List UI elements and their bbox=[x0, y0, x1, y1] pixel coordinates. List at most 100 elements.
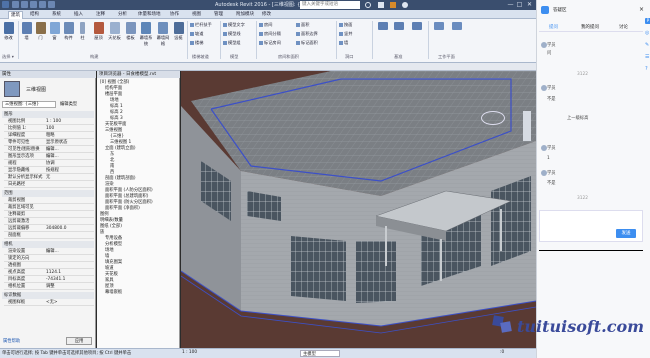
panel-select[interactable]: 选择 ▾ bbox=[2, 54, 14, 60]
shaft-button[interactable]: 竖井 bbox=[339, 31, 352, 37]
prop-value[interactable]: 编辑... bbox=[46, 153, 59, 160]
print-icon[interactable] bbox=[48, 1, 55, 8]
scale-indicator[interactable]: 1 : 100 bbox=[182, 350, 197, 355]
minimize-button[interactable]: — bbox=[506, 0, 515, 10]
prop-value[interactable]: 编辑... bbox=[46, 146, 59, 153]
ceiling-button[interactable]: 天花板 bbox=[106, 22, 123, 41]
navigation-bar[interactable] bbox=[523, 111, 531, 141]
viewcube-icon[interactable] bbox=[481, 111, 505, 125]
close-button[interactable]: ✕ bbox=[525, 0, 534, 10]
tab-ask[interactable]: 提问 bbox=[549, 24, 558, 30]
wall-opening-button[interactable]: 墙 bbox=[339, 40, 348, 46]
tab-my-questions[interactable]: 我的提问 bbox=[581, 24, 599, 30]
tag-room-button[interactable]: 标记房间 bbox=[259, 40, 281, 46]
tab-addins[interactable]: 附加模块 bbox=[236, 11, 254, 19]
prop-value[interactable]: 编辑... bbox=[46, 248, 59, 255]
model-group-button[interactable]: 模型组 bbox=[223, 40, 241, 46]
room-button[interactable]: 房间 bbox=[259, 22, 272, 28]
undo-icon[interactable] bbox=[30, 1, 37, 8]
type-selector[interactable]: 三维视图: {三维} bbox=[2, 101, 56, 108]
prop-value[interactable]: <无> bbox=[46, 299, 58, 306]
tab-view[interactable]: 视图 bbox=[192, 11, 201, 19]
prop-value[interactable]: 1 : 100 bbox=[46, 118, 61, 125]
ref-plane-button[interactable] bbox=[410, 22, 423, 31]
railing-button[interactable]: 栏杆扶手 bbox=[190, 22, 212, 28]
sidebar-icon-help[interactable]: ? bbox=[645, 66, 648, 72]
tab-annotate[interactable]: 注释 bbox=[96, 11, 105, 19]
prop-value[interactable]: 1124.1 bbox=[46, 269, 61, 276]
model-text-button[interactable]: 模型文字 bbox=[223, 22, 245, 28]
prop-value[interactable]: 304800.0 bbox=[46, 225, 67, 232]
area-boundary-button[interactable]: 面积边界 bbox=[296, 31, 318, 37]
notification-icon[interactable] bbox=[390, 2, 396, 8]
close-icon[interactable]: × bbox=[639, 6, 644, 13]
door-button[interactable]: 门 bbox=[34, 22, 47, 41]
edit-type-button[interactable]: 编辑类型 bbox=[60, 101, 77, 108]
browser-item[interactable]: 幕墙嵌板 bbox=[100, 290, 178, 296]
area-button[interactable]: 面积 bbox=[296, 22, 309, 28]
modify-button[interactable]: 修改 bbox=[2, 22, 15, 41]
roof-button[interactable]: 屋顶 bbox=[92, 22, 105, 41]
prop-key: 比例值 1: bbox=[8, 126, 27, 131]
properties-help-link[interactable]: 属性帮助 bbox=[3, 338, 20, 344]
tab-analyze[interactable]: 分析 bbox=[118, 11, 127, 19]
section-camera[interactable]: 相机 bbox=[2, 241, 94, 248]
grid-button[interactable] bbox=[392, 22, 405, 31]
prop-value[interactable]: -74341.1 bbox=[46, 276, 65, 283]
tab-collaborate[interactable]: 协作 bbox=[170, 11, 179, 19]
redo-icon[interactable] bbox=[39, 1, 46, 8]
tab-massing-site[interactable]: 体量和场地 bbox=[138, 11, 161, 19]
tab-insert[interactable]: 插入 bbox=[74, 11, 83, 19]
3d-viewport[interactable] bbox=[181, 71, 536, 348]
level-button[interactable] bbox=[376, 22, 389, 31]
window-button[interactable]: 窗 bbox=[48, 22, 61, 41]
prop-value[interactable]: 粗略 bbox=[46, 132, 55, 139]
send-button[interactable]: 发送 bbox=[616, 229, 636, 238]
prop-value[interactable]: 调整 bbox=[46, 283, 55, 290]
sidebar-icon-edit[interactable]: ✎ bbox=[645, 42, 649, 48]
tab-modify[interactable]: 修改 bbox=[262, 11, 271, 19]
help-icon[interactable] bbox=[402, 2, 408, 8]
prop-value[interactable]: 显示原状态 bbox=[46, 139, 67, 146]
sidebar-icon-target[interactable]: ◎ bbox=[645, 30, 649, 36]
room-separator-button[interactable]: 房间分隔 bbox=[259, 31, 281, 37]
sidebar-icon-p[interactable]: P bbox=[645, 18, 650, 24]
tab-discussion[interactable]: 讨论 bbox=[619, 24, 628, 30]
model-line-button[interactable]: 模型线 bbox=[223, 31, 241, 37]
ramp-button[interactable]: 坡道 bbox=[190, 31, 203, 37]
section-graphics[interactable]: 图形 bbox=[2, 111, 94, 118]
curtain-grid-button[interactable]: 幕墙网格 bbox=[155, 22, 171, 47]
sidebar-icon-menu[interactable]: ☰ bbox=[645, 54, 649, 60]
app-menu-icon[interactable] bbox=[2, 1, 9, 8]
maximize-button[interactable]: □ bbox=[515, 0, 524, 10]
wall-button[interactable]: 墙 bbox=[20, 22, 33, 41]
prop-value[interactable]: 无 bbox=[46, 174, 50, 181]
watermark-icon bbox=[492, 315, 512, 333]
prop-value[interactable]: 按规程 bbox=[46, 167, 59, 174]
column-button[interactable]: 柱 bbox=[76, 22, 89, 41]
tag-area-button[interactable]: 标记面积 bbox=[296, 40, 318, 46]
show-workplane-button[interactable] bbox=[450, 22, 463, 31]
mullion-button[interactable]: 竖梃 bbox=[172, 22, 185, 41]
floor-button[interactable]: 楼板 bbox=[124, 22, 137, 41]
user-icon[interactable] bbox=[378, 2, 384, 8]
component-button[interactable]: 构件 bbox=[62, 22, 75, 41]
set-workplane-button[interactable] bbox=[432, 22, 445, 31]
by-face-button[interactable]: 按面 bbox=[339, 22, 352, 28]
apply-button[interactable]: 应用 bbox=[66, 337, 92, 345]
tab-architecture[interactable]: 建筑 bbox=[8, 11, 23, 19]
search-input[interactable]: 键入关键字或短语 bbox=[300, 1, 360, 9]
prop-value[interactable]: 100 bbox=[46, 125, 54, 132]
stair-button[interactable]: 楼梯 bbox=[190, 40, 203, 46]
open-icon[interactable] bbox=[12, 1, 19, 8]
tab-systems[interactable]: 系统 bbox=[52, 11, 61, 19]
save-icon[interactable] bbox=[21, 1, 28, 8]
search-icon[interactable] bbox=[365, 2, 371, 8]
section-identity[interactable]: 标识数据 bbox=[2, 292, 94, 299]
tab-manage[interactable]: 管理 bbox=[214, 11, 223, 19]
prop-value[interactable]: 协调 bbox=[46, 160, 55, 167]
curtain-system-button[interactable]: 幕墙系统 bbox=[138, 22, 154, 47]
model-selector[interactable]: 主模型 bbox=[300, 350, 340, 357]
section-range[interactable]: 范围 bbox=[2, 190, 94, 197]
tab-structure[interactable]: 结构 bbox=[30, 11, 39, 19]
